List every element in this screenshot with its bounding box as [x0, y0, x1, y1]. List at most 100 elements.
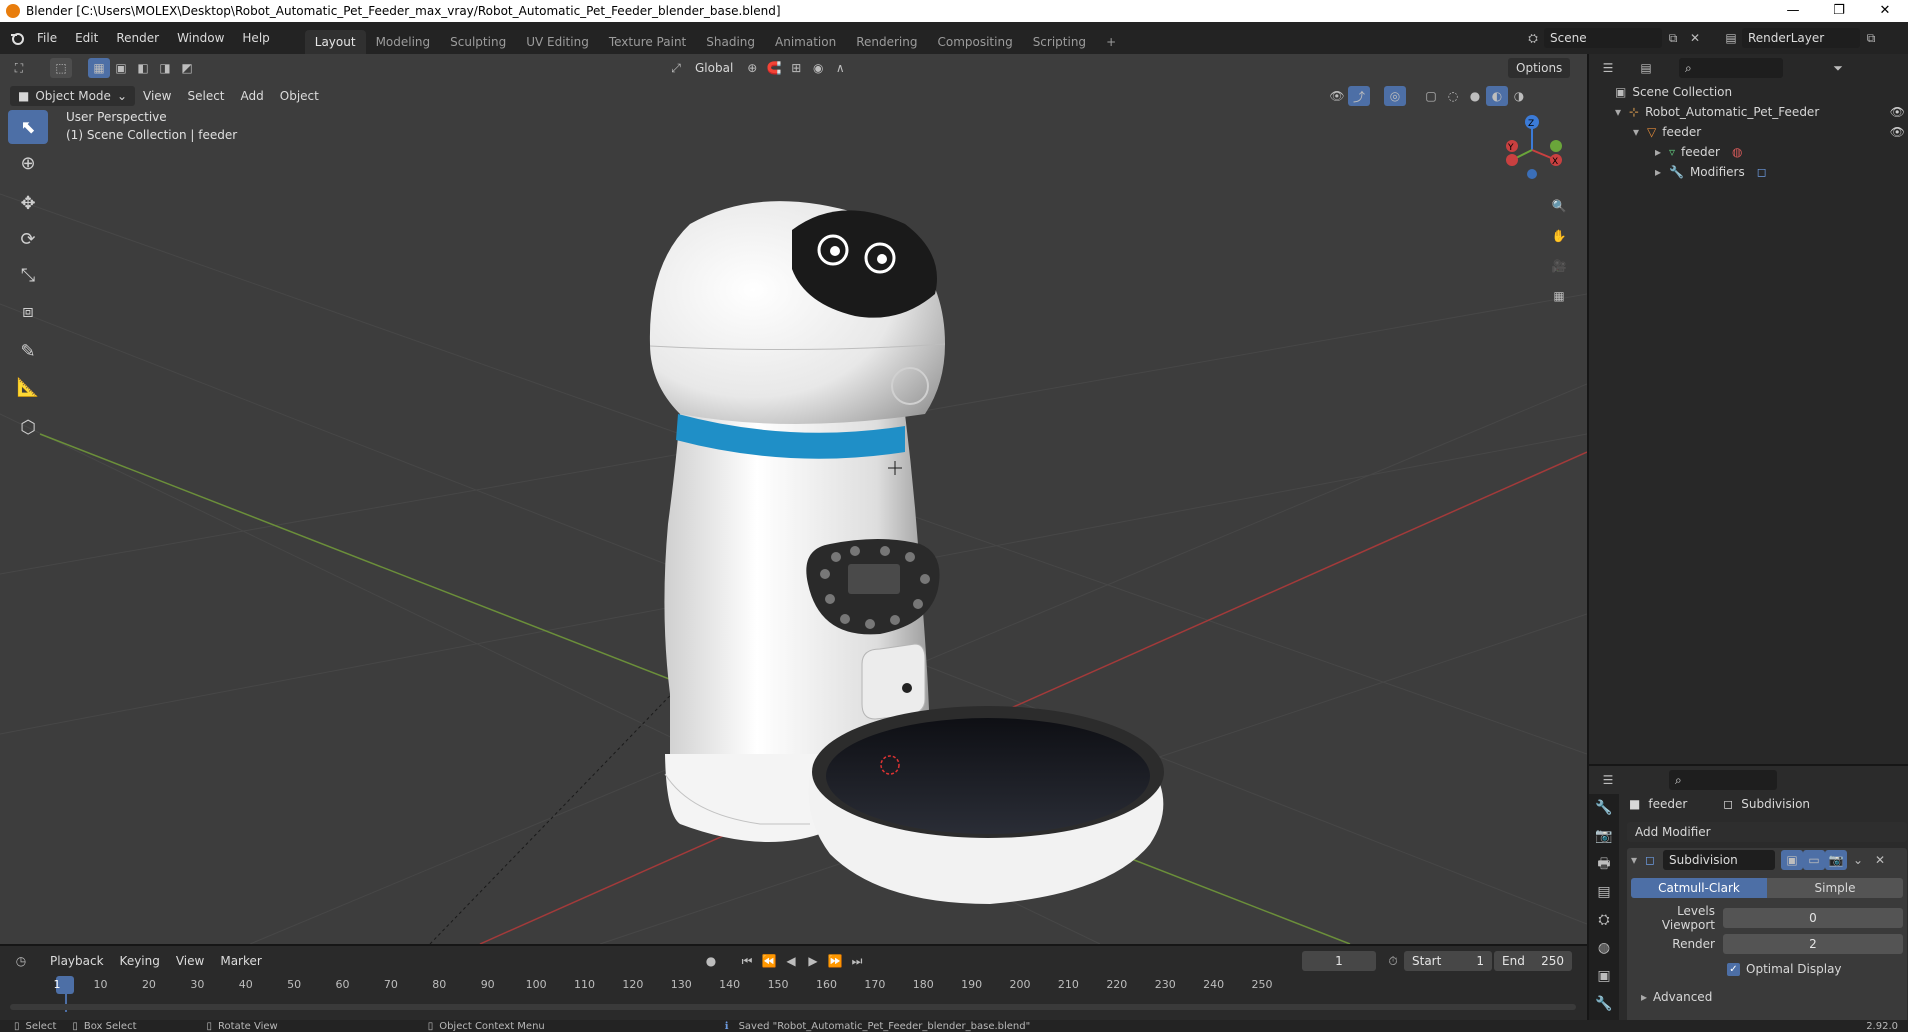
outliner-row-modifiers[interactable]: ▸ 🔧 Modifiers ◻ [1655, 162, 1767, 182]
scale-tool-icon[interactable]: ⤡ [8, 258, 48, 292]
new-renderlayer-icon[interactable]: ⧉ [1860, 28, 1882, 48]
play-icon[interactable]: ▶ [802, 951, 824, 971]
outliner-row-feeder-mesh[interactable]: ▸ ▿ feeder ◍ [1655, 142, 1742, 162]
select-box-tool-icon[interactable]: ⬉ [8, 110, 48, 144]
simple-button[interactable]: Simple [1767, 878, 1903, 898]
menu-timeline-view[interactable]: View [168, 951, 212, 971]
collapse-toggle-icon[interactable]: ▾ [1631, 853, 1637, 867]
renderlayer-field[interactable]: RenderLayer [1742, 28, 1860, 48]
catmull-clark-button[interactable]: Catmull-Clark [1631, 878, 1767, 898]
record-icon[interactable]: ● [700, 951, 722, 971]
mode-dropdown[interactable]: ■ Object Mode ⌄ [10, 86, 135, 106]
menu-render[interactable]: Render [107, 22, 168, 54]
tab-scripting[interactable]: Scripting [1023, 30, 1096, 54]
menu-window[interactable]: Window [168, 22, 233, 54]
clock-icon[interactable]: ⏱ [1382, 951, 1404, 971]
menu-view[interactable]: View [135, 86, 179, 106]
tab-rendering[interactable]: Rendering [846, 30, 927, 54]
world-tab-icon[interactable]: ◍ [1589, 934, 1619, 962]
menu-select[interactable]: Select [179, 86, 232, 106]
optimal-display-checkbox[interactable]: ✓ [1727, 962, 1740, 976]
modifier-name-input[interactable]: Subdivision [1663, 850, 1775, 870]
measure-tool-icon[interactable]: 📐 [8, 370, 48, 404]
gizmo-toggle-icon[interactable]: ⤴ [1348, 86, 1370, 106]
snap-target-icon[interactable]: ⊞ [785, 58, 807, 78]
expand-toggle-icon[interactable]: ▸ [1641, 990, 1647, 1004]
tab-texture-paint[interactable]: Texture Paint [599, 30, 696, 54]
pan-hand-icon[interactable]: ✋ [1548, 226, 1570, 246]
tab-layout[interactable]: Layout [304, 30, 366, 54]
orientation-dropdown[interactable]: Global [687, 58, 741, 78]
wireframe-shading-icon[interactable]: ◌ [1442, 86, 1464, 106]
modifier-tab-icon[interactable]: 🔧 [1589, 990, 1619, 1018]
close-button[interactable]: ✕ [1862, 0, 1908, 22]
tab-uv-editing[interactable]: UV Editing [516, 30, 599, 54]
select-tool-icon[interactable]: ⬚ [50, 58, 72, 78]
menu-marker[interactable]: Marker [212, 951, 269, 971]
outliner-root[interactable]: ▣ Scene Collection [1615, 82, 1732, 102]
expand-toggle-icon[interactable]: ▾ [1615, 102, 1629, 122]
current-frame-field[interactable]: 1 [1302, 951, 1376, 971]
select-mode-extend-icon[interactable]: ▣ [110, 58, 132, 78]
timeline-frame-ruler[interactable]: 1 10 20 30 40 50 60 70 80 90 100 110 120 130 140 150 160… [10, 976, 1576, 1012]
object-tab-icon[interactable]: ▣ [1589, 962, 1619, 990]
menu-help[interactable]: Help [233, 22, 278, 54]
move-tool-icon[interactable]: ✥ [8, 186, 48, 220]
scene-field[interactable]: Scene [1544, 28, 1662, 48]
display-mode-icon[interactable]: ▤ [1635, 58, 1657, 78]
snap-icon[interactable]: 🧲 [763, 58, 785, 78]
visibility-eye-icon[interactable]: 👁 [1890, 102, 1905, 122]
menu-playback[interactable]: Playback [42, 951, 112, 971]
render-levels-field[interactable]: 2 [1723, 934, 1903, 954]
pivot-point-icon[interactable]: ⊕ [741, 58, 763, 78]
properties-search-input[interactable]: ⌕ [1669, 770, 1777, 790]
falloff-icon[interactable]: ∧ [829, 58, 851, 78]
select-mode-invert-icon[interactable]: ◨ [154, 58, 176, 78]
visibility-eye-icon[interactable]: 👁 [1890, 122, 1905, 142]
menu-edit[interactable]: Edit [66, 22, 107, 54]
transform-tool-icon[interactable]: ⧈ [8, 294, 48, 328]
add-modifier-dropdown[interactable]: Add Modifier [1627, 822, 1907, 842]
play-reverse-icon[interactable]: ◀ [780, 951, 802, 971]
options-dropdown[interactable]: Options [1508, 58, 1571, 78]
tool-tab-icon[interactable]: 🔧 [1589, 794, 1619, 822]
menu-object[interactable]: Object [272, 86, 327, 106]
add-workspace-button[interactable]: + [1096, 30, 1126, 54]
render-toggle-icon[interactable]: 📷 [1825, 850, 1847, 870]
3d-viewport[interactable]: ⛶ ⬚ ▦ ▣ ◧ ◨ ◩ ⤢ Global ⊕ 🧲 ⊞ ◉ ∧ Options… [0, 54, 1587, 944]
levels-viewport-field[interactable]: 0 [1723, 908, 1903, 928]
cursor-tool-icon[interactable]: ⊕ [8, 146, 48, 180]
tab-animation[interactable]: Animation [765, 30, 846, 54]
prev-keyframe-icon[interactable]: ⏪ [758, 951, 780, 971]
expand-toggle-icon[interactable]: ▸ [1655, 162, 1669, 182]
perspective-toggle-icon[interactable]: ▦ [1548, 286, 1570, 306]
menu-file[interactable]: File [28, 22, 66, 54]
outliner-row-collection[interactable]: ▾ ⊹ Robot_Automatic_Pet_Feeder 👁 [1615, 102, 1905, 122]
render-tab-icon[interactable]: 📷 [1589, 822, 1619, 850]
select-mode-subtract-icon[interactable]: ◧ [132, 58, 154, 78]
expand-toggle-icon[interactable]: ▸ [1655, 142, 1669, 162]
xray-icon[interactable]: ▢ [1420, 86, 1442, 106]
material-shading-icon[interactable]: ◐ [1486, 86, 1508, 106]
visibility-icon[interactable]: 👁 [1326, 86, 1348, 106]
proportional-edit-icon[interactable]: ◉ [807, 58, 829, 78]
advanced-subpanel[interactable]: ▸ Advanced [1641, 990, 1903, 1004]
edit-mode-toggle-icon[interactable]: ▣ [1781, 850, 1803, 870]
output-tab-icon[interactable]: 🖶 [1589, 850, 1619, 878]
editor-type-icon[interactable]: ⛶ [8, 58, 30, 78]
outliner-row-feeder-object[interactable]: ▾ ▽ feeder 👁 [1633, 122, 1905, 142]
expand-toggle-icon[interactable]: ▾ [1633, 122, 1647, 142]
blender-menu-icon[interactable] [6, 28, 28, 48]
outliner-editor-icon[interactable]: ☰ [1597, 58, 1619, 78]
chevron-down-icon[interactable]: ⌄ [1847, 850, 1869, 870]
end-frame-field[interactable]: End 250 [1494, 951, 1572, 971]
start-frame-field[interactable]: Start 1 [1404, 951, 1492, 971]
new-scene-icon[interactable]: ⧉ [1662, 28, 1684, 48]
timeline-scrollbar[interactable] [10, 1004, 1576, 1010]
viewport-toggle-icon[interactable]: ▭ [1803, 850, 1825, 870]
menu-add[interactable]: Add [233, 86, 272, 106]
timeline-editor-icon[interactable]: ◷ [10, 951, 32, 971]
select-mode-intersect-icon[interactable]: ◩ [176, 58, 198, 78]
view-layer-tab-icon[interactable]: ▤ [1589, 878, 1619, 906]
renderlayer-icon[interactable]: ▤ [1720, 28, 1742, 48]
